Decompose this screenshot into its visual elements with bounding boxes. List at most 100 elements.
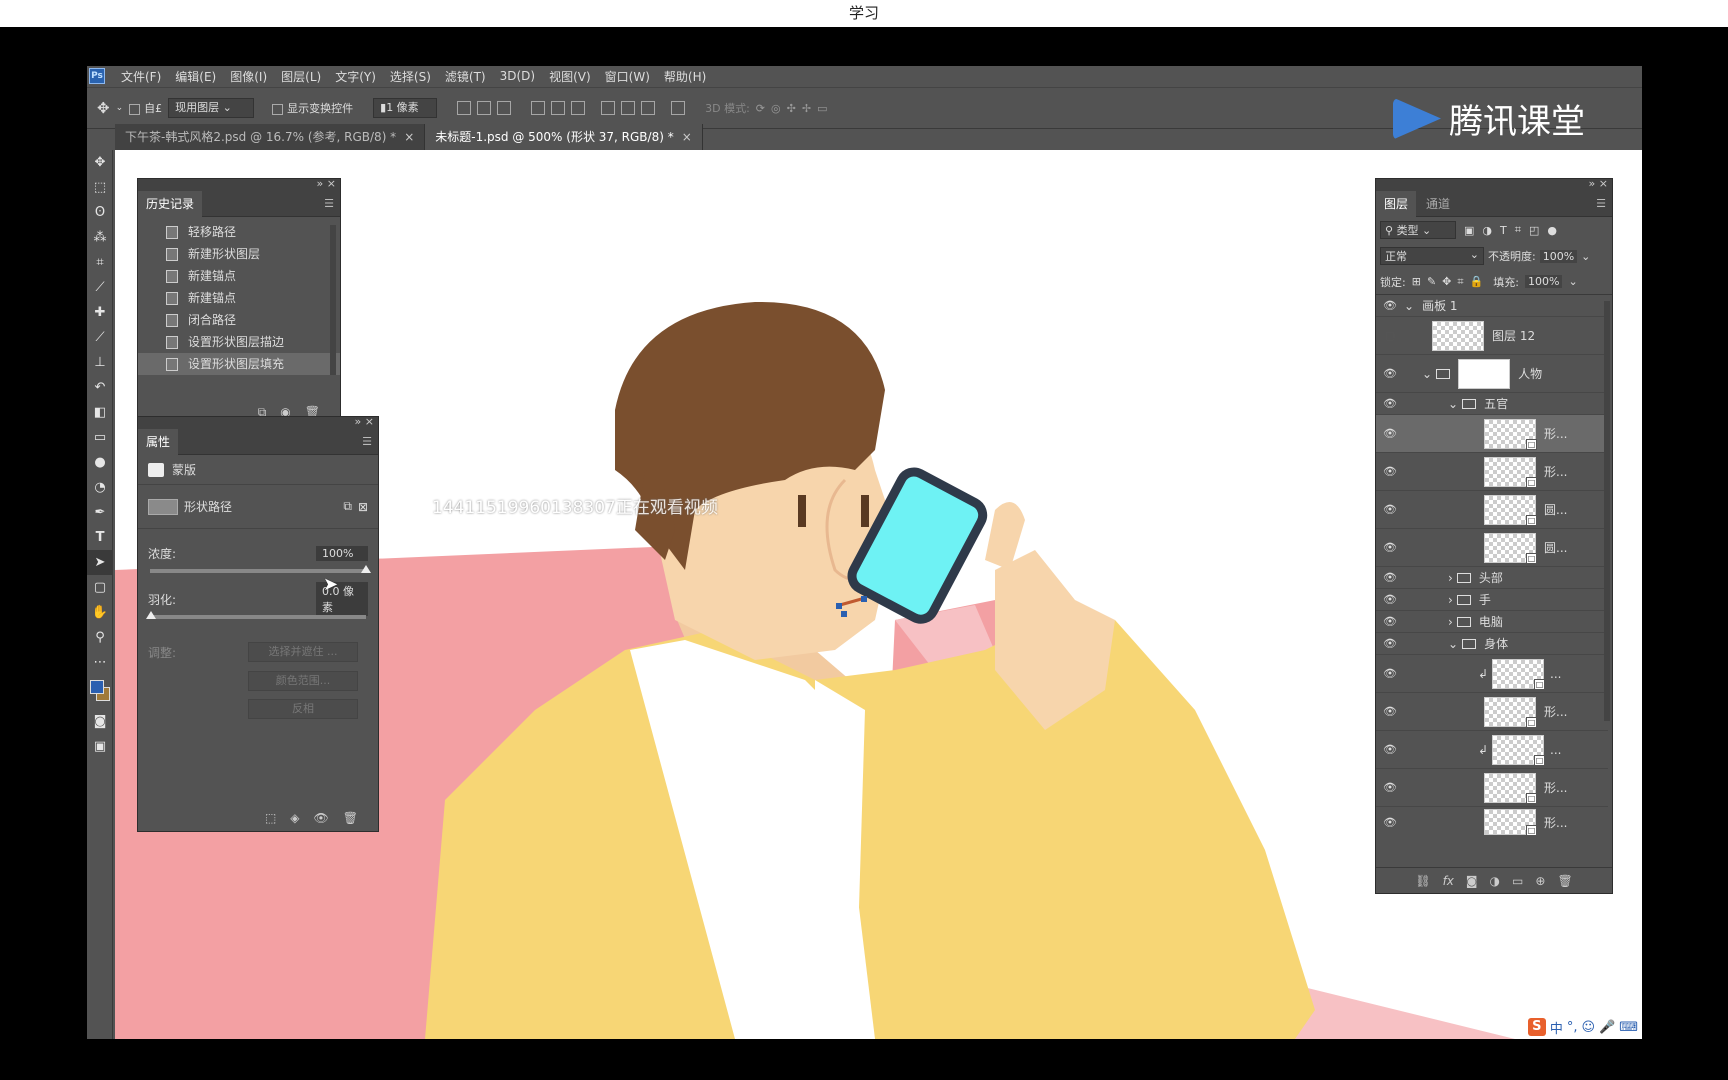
trash-icon[interactable]: 🗑 — [1557, 874, 1572, 888]
density-slider-handle[interactable] — [361, 565, 371, 573]
lock-paint-icon[interactable]: ✎ — [1427, 275, 1436, 288]
history-item-selected[interactable]: 设置形状图层填充 — [138, 353, 340, 375]
move-tool-icon[interactable]: ✥ — [87, 150, 113, 175]
color-range-button[interactable]: 颜色范围... — [248, 671, 358, 691]
lock-position-icon[interactable]: ✥ — [1442, 275, 1451, 288]
menu-select[interactable]: 选择(S) — [390, 68, 431, 85]
density-slider[interactable] — [150, 565, 371, 573]
menu-view[interactable]: 视图(V) — [549, 68, 591, 85]
layers-scrollbar[interactable] — [1604, 301, 1610, 721]
foreground-color-swatch[interactable] — [90, 680, 104, 694]
brush-tool-icon[interactable]: ⟋ — [87, 325, 113, 350]
history-item[interactable]: 轻移路径 — [138, 221, 340, 243]
roll-3d-icon[interactable]: ◎ — [771, 102, 781, 115]
eye-icon[interactable]: 👁 — [1376, 541, 1404, 554]
align-middle-icon[interactable] — [551, 101, 566, 115]
history-panel-grab[interactable]: » × — [138, 177, 340, 191]
eye-icon[interactable]: 👁 — [1376, 615, 1404, 628]
layer-row[interactable]: ▢ 图层 12 — [1376, 317, 1608, 355]
lock-all-icon[interactable]: 🔒 — [1470, 275, 1484, 288]
marquee-tool-icon[interactable]: ⬚ — [87, 175, 113, 200]
link-layers-icon[interactable]: ⛓ — [1415, 874, 1430, 888]
eye-icon[interactable]: 👁 — [314, 811, 329, 825]
gradient-tool-icon[interactable]: ▭ — [87, 425, 113, 450]
menu-layer[interactable]: 图层(L) — [281, 68, 321, 85]
distribute-spacing-icon[interactable] — [671, 101, 686, 115]
orbit-3d-icon[interactable]: ⟳ — [756, 102, 765, 115]
ime-mode-label[interactable]: 中 — [1550, 1018, 1563, 1037]
add-mask-icon[interactable]: ◙ — [1466, 874, 1478, 888]
eye-icon[interactable]: 👁 — [1376, 427, 1404, 440]
align-center-icon[interactable] — [477, 101, 492, 115]
layer-select-dropdown[interactable]: 现用图层 ⌄ — [168, 98, 255, 118]
blur-tool-icon[interactable]: ● — [87, 450, 113, 475]
filter-adjust-icon[interactable]: ◑ — [1482, 224, 1492, 237]
eye-icon[interactable]: 👁 — [1376, 397, 1404, 410]
opacity-input[interactable]: 100% — [1539, 249, 1578, 263]
history-scrollbar[interactable] — [330, 225, 336, 375]
history-item[interactable]: 新建形状图层 — [138, 243, 340, 265]
drag-3d-icon[interactable]: ✣ — [787, 102, 796, 115]
eye-icon[interactable]: 👁 — [1376, 367, 1404, 380]
chevron-down-icon[interactable]: ⌄ — [1448, 397, 1458, 411]
chevron-down-icon[interactable]: ⌄ — [1568, 275, 1577, 288]
show-transform-checkbox[interactable] — [272, 103, 284, 115]
menu-file[interactable]: 文件(F) — [121, 68, 161, 85]
eye-hidden-icon[interactable]: ▢ — [1376, 329, 1404, 342]
menu-edit[interactable]: 编辑(E) — [175, 68, 216, 85]
shape-tool-icon[interactable]: ▢ — [87, 575, 113, 600]
layers-tab[interactable]: 图层 — [1376, 191, 1417, 217]
slide-3d-icon[interactable]: ✢ — [802, 102, 811, 115]
camera-3d-icon[interactable]: ▭ — [817, 102, 827, 115]
chevron-right-icon[interactable]: › — [1448, 593, 1453, 607]
history-item[interactable]: 设置形状图层描边 — [138, 331, 340, 353]
history-item[interactable]: 新建锚点 — [138, 265, 340, 287]
history-brush-tool-icon[interactable]: ↶ — [87, 375, 113, 400]
layer-row-group[interactable]: 👁 › 手 — [1376, 589, 1608, 611]
distribute-left-icon[interactable] — [601, 101, 616, 115]
layer-row[interactable]: 👁 □ 圆... — [1376, 491, 1608, 529]
zoom-tool-icon[interactable]: ⚲ — [87, 625, 113, 650]
crop-tool-icon[interactable]: ⌗ — [87, 250, 113, 275]
punctuation-icon[interactable]: °, — [1567, 1020, 1578, 1035]
collapse-icon[interactable]: » × — [317, 177, 336, 190]
distribute-center-icon[interactable] — [621, 101, 636, 115]
filter-type-icon[interactable]: T — [1500, 224, 1507, 237]
path-selection-tool-icon[interactable]: ➤ — [87, 550, 113, 575]
pen-tool-icon[interactable]: ✒ — [87, 500, 113, 525]
align-left-icon[interactable] — [457, 101, 472, 115]
menu-type[interactable]: 文字(Y) — [335, 68, 376, 85]
keyboard-icon[interactable]: ⌨ — [1619, 1020, 1638, 1035]
eye-icon[interactable]: 👁 — [1376, 781, 1404, 794]
feather-slider-handle[interactable] — [146, 611, 156, 619]
layers-panel-grab[interactable]: » × — [1376, 177, 1612, 191]
panel-menu-icon[interactable]: ☰ — [324, 197, 334, 210]
emoji-icon[interactable]: ☺ — [1581, 1020, 1595, 1035]
blend-mode-select[interactable]: 正常 ⌄ — [1380, 247, 1484, 265]
layer-row-selected[interactable]: 👁 □ 形... — [1376, 415, 1608, 453]
lock-transparent-icon[interactable]: ⊞ — [1412, 275, 1421, 288]
doc-tab-1[interactable]: 下午茶-韩式风格2.psd @ 16.7% (参考, RGB/8) * × — [115, 124, 426, 150]
eye-icon[interactable]: 👁 — [1376, 503, 1404, 516]
hand-tool-icon[interactable]: ✋ — [87, 600, 113, 625]
panel-menu-icon[interactable]: ☰ — [1596, 197, 1606, 210]
channels-tab[interactable]: 通道 — [1418, 191, 1458, 217]
fill-input[interactable]: 100% — [1525, 275, 1563, 288]
eye-icon[interactable]: 👁 — [1376, 667, 1404, 680]
layer-row-artboard[interactable]: 👁 ⌄ 画板 1 — [1376, 295, 1608, 317]
chevron-down-icon[interactable]: ⌄ — [1422, 367, 1432, 381]
add-mask-icon[interactable]: ⧉ — [343, 499, 352, 514]
chevron-right-icon[interactable]: › — [1448, 571, 1453, 585]
menu-3d[interactable]: 3D(D) — [500, 69, 535, 83]
properties-tab[interactable]: 属性 — [138, 429, 179, 455]
layer-row-group[interactable]: 👁 ⌄ 人物 — [1376, 355, 1608, 393]
layer-row[interactable]: 👁 □ 形... — [1376, 453, 1608, 491]
filter-shape-icon[interactable]: ⌗ — [1515, 223, 1521, 237]
eye-icon[interactable]: 👁 — [1376, 465, 1404, 478]
load-selection-icon[interactable]: ⬚ — [265, 811, 276, 825]
eye-icon[interactable]: 👁 — [1376, 705, 1404, 718]
vector-mask-icon[interactable]: ⊠ — [358, 500, 368, 514]
filter-toggle-icon[interactable]: ● — [1547, 224, 1557, 237]
layer-row[interactable]: 👁 □ 形... — [1376, 807, 1608, 837]
chevron-down-icon[interactable]: ⌄ — [1581, 250, 1590, 263]
